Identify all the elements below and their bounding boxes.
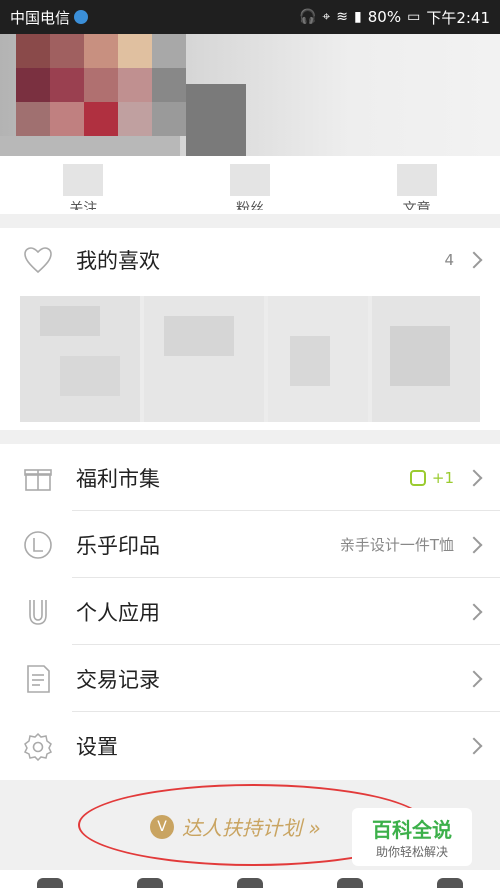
carrier: 中国电信 [10,7,89,28]
coin-icon [409,469,426,486]
chevron-right-icon [465,603,483,620]
promo-label: 达人扶持计划 » [182,816,321,840]
promo-link[interactable]: V 达人扶持计划 » [150,812,321,841]
tab-messages-icon[interactable] [337,878,363,888]
stat-followers[interactable]: 粉丝 [167,156,334,214]
chevron-right-icon [465,670,483,687]
location-icon: ⌖ [322,9,331,25]
watermark-title: 百科全说 [372,818,452,842]
stat-label: 粉丝 [236,201,264,210]
menu-item-apps[interactable]: 个人应用 [0,578,500,645]
gear-icon [20,728,56,764]
stat-label: 关注 [69,201,98,210]
magnet-icon [20,594,56,630]
print-icon [20,527,56,563]
menu-item-meta [460,737,483,754]
stat-following[interactable]: 关注 [0,156,167,214]
watermark-subtitle: 助你轻松解决 [375,845,448,859]
menu-item-hint: 亲手设计一件T恤 [339,536,454,554]
status-right: 🎧 ⌖ ≋ ▮ 80% ▭ 下午2:41 [299,7,490,28]
favorites-meta: 4 [444,251,483,269]
stat-count-blurred [63,164,104,196]
favorites-card: 我的喜欢 4 [0,228,500,430]
v-badge-icon: V [150,814,174,839]
favorites-row[interactable]: 我的喜欢 4 [0,228,500,292]
tab-discover-icon[interactable] [137,878,163,888]
gift-icon [20,460,56,496]
heart-icon [20,242,56,278]
chevron-right-icon [465,536,483,553]
menu-item-label: 设置 [76,734,118,759]
favorites-title: 我的喜欢 [76,249,160,273]
menu-item-label: 福利市集 [76,466,160,491]
coin-bonus-text: +1 [431,468,454,487]
menu-item-label: 乐乎印品 [76,533,160,558]
menu-item-print[interactable]: 乐乎印品 亲手设计一件T恤 [0,511,500,578]
tab-post-icon[interactable] [237,878,263,888]
status-bar: 中国电信 🎧 ⌖ ≋ ▮ 80% ▭ 下午2:41 [0,0,500,34]
bottom-tab-bar [0,870,500,888]
menu-item-label: 个人应用 [76,600,160,625]
chevron-right-icon [465,251,483,269]
battery-icon: ▭ [407,9,421,25]
watermark-logo: 百科全说 助你轻松解决 [352,808,472,866]
favorites-count: 4 [444,251,454,269]
menu-item-meta: +1 [409,468,483,487]
stat-label: 文章 [402,201,431,210]
menu-item-trades[interactable]: 交易记录 [0,645,500,712]
stat-articles[interactable]: 文章 [333,156,500,214]
menu-item-welfare[interactable]: 福利市集 +1 [0,444,500,511]
clock: 下午2:41 [426,8,490,27]
profile-banner[interactable] [0,34,500,156]
menu-item-settings[interactable]: 设置 [0,712,500,779]
menu-item-meta: 亲手设计一件T恤 [339,534,483,555]
tab-profile-icon[interactable] [437,878,463,888]
send-icon [74,10,89,24]
favorites-thumbnails[interactable] [20,296,480,422]
menu-item-meta [460,603,483,620]
coin-bonus: +1 [409,468,454,487]
chevron-right-icon [465,469,483,486]
signal-icon: ▮ [354,9,362,25]
wifi-icon: ≋ [336,9,349,25]
tab-home-icon[interactable] [37,878,63,888]
menu-list: 福利市集 +1 乐乎印品 亲手设计一件T恤 个人应用 交易记录 设置 [0,444,500,780]
stat-count-blurred [230,164,270,196]
record-icon [20,661,56,697]
headset-icon: 🎧 [298,9,317,25]
carrier-name: 中国电信 [10,8,71,27]
chevron-right-icon [465,737,483,754]
battery-percent: 80% [367,8,402,26]
menu-item-label: 交易记录 [76,667,160,692]
menu-item-meta [460,670,483,687]
stats-row: 关注 粉丝 文章 [0,156,500,214]
stat-count-blurred [396,164,437,196]
